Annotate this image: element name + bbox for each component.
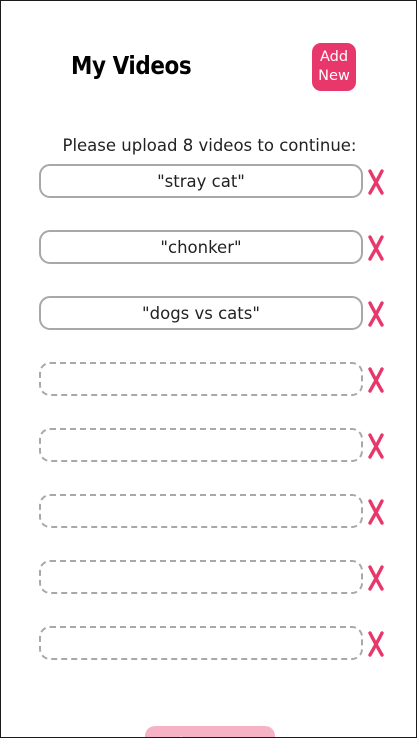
app-frame: My Videos Add New Please upload 8 videos… (0, 0, 417, 738)
upload-instruction: Please upload 8 videos to continue: (62, 136, 357, 155)
x-icon[interactable] (367, 234, 385, 262)
empty-video-slot[interactable] (39, 560, 363, 594)
x-icon[interactable] (367, 300, 385, 328)
video-row (39, 626, 389, 660)
empty-video-slot[interactable] (39, 626, 363, 660)
x-icon[interactable] (367, 564, 385, 592)
empty-video-slot[interactable] (39, 428, 363, 462)
add-new-label-line2: New (318, 68, 350, 84)
x-icon[interactable] (367, 168, 385, 196)
page-title: My Videos (71, 51, 192, 80)
video-title: "dogs vs cats" (142, 303, 260, 323)
empty-video-slot[interactable] (39, 362, 363, 396)
add-new-button[interactable]: Add New (312, 43, 356, 91)
video-slot[interactable]: "stray cat" (39, 164, 363, 198)
video-slot[interactable]: "dogs vs cats" (39, 296, 363, 330)
video-row: "stray cat" (39, 164, 389, 198)
x-icon[interactable] (367, 366, 385, 394)
x-icon[interactable] (367, 498, 385, 526)
x-icon[interactable] (367, 630, 385, 658)
video-row (39, 428, 389, 462)
video-row (39, 362, 389, 396)
video-row: "dogs vs cats" (39, 296, 389, 330)
play-game-button[interactable]: Play Game (145, 726, 275, 737)
add-new-label-line1: Add (319, 49, 349, 65)
video-row (39, 494, 389, 528)
video-slot[interactable]: "chonker" (39, 230, 363, 264)
video-title: "stray cat" (157, 171, 245, 191)
video-title: "chonker" (160, 237, 242, 257)
empty-video-slot[interactable] (39, 494, 363, 528)
x-icon[interactable] (367, 432, 385, 460)
video-row: "chonker" (39, 230, 389, 264)
video-row (39, 560, 389, 594)
